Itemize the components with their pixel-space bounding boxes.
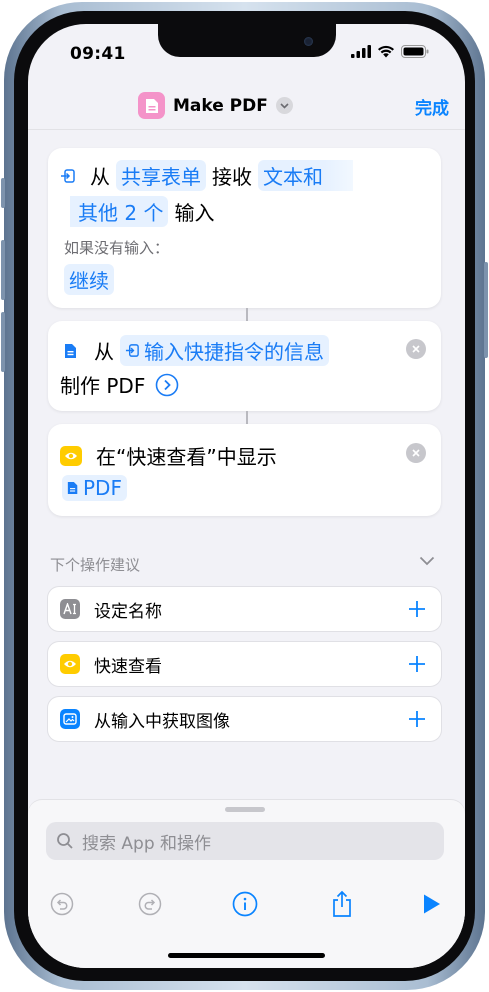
quick-look-label: 在“快速查看”中显示 <box>96 445 277 469</box>
add-icon[interactable] <box>405 707 429 731</box>
eye-icon <box>60 654 80 674</box>
suggestion-label: 快速查看 <box>94 656 162 677</box>
delete-action-icon[interactable] <box>406 339 426 359</box>
action3-line2: PDF <box>62 475 127 501</box>
make-pdf-label: 制作 PDF <box>60 374 146 398</box>
action1-line1: 从 共享表单 接收 文本和 <box>60 160 359 191</box>
battery-icon <box>401 45 429 58</box>
sheet-grabber[interactable] <box>225 807 265 812</box>
shortcut-input-chip[interactable]: 输入快捷指令的信息 <box>120 335 329 366</box>
image-icon <box>60 709 80 729</box>
action3-line1: 在“快速查看”中显示 <box>60 441 277 470</box>
share-icon[interactable] <box>328 890 356 918</box>
types-chip-part1[interactable]: 文本和 <box>258 160 353 191</box>
document-icon <box>65 343 76 358</box>
from-label-2: 从 <box>94 340 114 364</box>
volume-up-button <box>1 240 5 300</box>
run-icon[interactable] <box>418 890 446 918</box>
suggestion-label: 设定名称 <box>94 601 162 622</box>
chevron-down-icon[interactable] <box>419 556 435 566</box>
camera-icon <box>304 37 313 46</box>
suggestion-row[interactable]: 从输入中获取图像 <box>48 697 441 741</box>
side-button <box>484 262 488 358</box>
redo-icon[interactable] <box>136 890 164 918</box>
action-card-receive[interactable]: 从 共享表单 接收 文本和 其他 2 个 输入 如果没有输入： 继续 <box>48 148 441 308</box>
input-label: 输入 <box>174 201 215 225</box>
add-icon[interactable] <box>405 597 429 621</box>
home-indicator <box>168 953 325 958</box>
action1-line2: 其他 2 个 输入 <box>70 196 214 227</box>
cellular-signal-icon <box>351 45 371 58</box>
mute-switch <box>1 178 5 208</box>
volume-down-button <box>1 312 5 372</box>
document-icon <box>67 482 78 494</box>
source-chip[interactable]: 共享表单 <box>116 160 206 191</box>
if-no-input-label: 如果没有输入： <box>64 239 170 257</box>
input-icon <box>125 344 139 357</box>
title-text: Make PDF <box>173 95 268 116</box>
search-icon <box>57 833 73 849</box>
connector-1 <box>246 308 248 322</box>
screen: 09:41 Make PDF 完成 从 共享表单 接收 文本和 其他 2 个 输… <box>28 24 465 968</box>
action-card-quick-look[interactable]: 在“快速查看”中显示 PDF <box>48 424 441 516</box>
info-icon[interactable] <box>231 890 259 918</box>
suggestion-label: 从输入中获取图像 <box>94 711 230 732</box>
action-search-panel: 搜索 App 和操作 <box>28 800 465 968</box>
continue-row: 继续 <box>64 264 114 295</box>
suggestion-row[interactable]: 设定名称 <box>48 587 441 631</box>
done-button[interactable]: 完成 <box>415 94 449 119</box>
eye-icon <box>60 445 82 466</box>
editor-toolbar <box>28 882 465 926</box>
pdf-chip-label: PDF <box>83 476 122 500</box>
pdf-chip[interactable]: PDF <box>62 475 127 501</box>
connector-2 <box>246 411 248 425</box>
add-icon[interactable] <box>405 652 429 676</box>
search-field[interactable]: 搜索 App 和操作 <box>46 822 444 860</box>
status-icons <box>351 45 429 58</box>
receive-label: 接收 <box>212 165 252 189</box>
search-placeholder: 搜索 App 和操作 <box>82 833 212 854</box>
navigation-bar: Make PDF 完成 <box>28 82 465 130</box>
shortcut-input-label: 输入快捷指令的信息 <box>144 340 324 364</box>
delete-action-icon[interactable] <box>406 443 426 463</box>
continue-chip[interactable]: 继续 <box>64 264 114 295</box>
action-card-make-pdf[interactable]: 从 输入快捷指令的信息 制作 PDF <box>48 321 441 411</box>
notch <box>158 24 336 57</box>
action2-line2: 制作 PDF <box>60 370 179 399</box>
from-label: 从 <box>90 165 110 189</box>
chevron-down-icon[interactable] <box>275 97 293 114</box>
status-time: 09:41 <box>70 44 126 64</box>
types-chip-part2[interactable]: 其他 2 个 <box>70 196 169 227</box>
doc-icon <box>138 92 165 119</box>
nav-divider <box>28 129 465 130</box>
action2-line1: 从 输入快捷指令的信息 <box>60 335 335 366</box>
input-icon <box>61 168 75 183</box>
shortcut-title[interactable]: Make PDF <box>138 92 293 119</box>
chevron-right-circle-icon[interactable] <box>155 373 179 397</box>
undo-icon[interactable] <box>48 890 76 918</box>
text-cursor-icon <box>60 599 80 619</box>
suggestion-row[interactable]: 快速查看 <box>48 642 441 686</box>
suggestions-header: 下个操作建议 <box>50 556 141 574</box>
wifi-icon <box>378 45 394 58</box>
